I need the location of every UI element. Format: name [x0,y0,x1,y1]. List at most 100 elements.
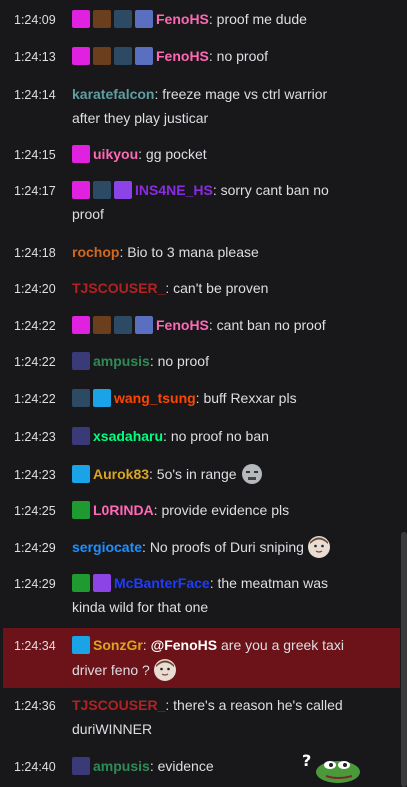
crown-icon[interactable] [72,465,90,483]
message-text: : sorry cant ban no [212,182,329,198]
gem-icon[interactable] [72,316,90,334]
message-text: : the meatman was [209,575,328,591]
message-text: : freeze mage vs ctrl warrior [154,86,328,102]
chat-message: 1:24:18 rochop: Bio to 3 mana please [0,241,398,265]
blizzard-icon[interactable] [93,181,111,199]
message-text: : there's a reason he's called [165,697,343,713]
username[interactable]: wang_tsung [114,390,196,406]
timestamp: 1:24:23 [14,468,56,482]
pepe-question-emote[interactable]: ? [302,752,362,784]
message-text-cont: kinda wild for that one [72,599,209,615]
message-text: : 5o's in range [149,466,237,482]
chat-message: 1:24:14 karatefalcon: freeze mage vs ctrl… [0,83,398,130]
message-text: : provide evidence pls [153,502,290,518]
blizzard-icon[interactable] [114,47,132,65]
message-text: : no proof no ban [163,428,269,444]
timestamp: 1:24:14 [14,88,56,102]
message-text-cont: duriWINNER [72,721,153,737]
verified-icon[interactable] [93,574,111,592]
calendar-icon[interactable] [72,427,90,445]
username[interactable]: rochop [72,244,119,260]
resident-sleeper-emote[interactable] [240,462,264,486]
username[interactable]: FenoHS [156,48,209,64]
blizzard-icon[interactable] [72,389,90,407]
username[interactable]: sergiocate [72,539,142,555]
username[interactable]: McBanterFace [114,575,210,591]
username[interactable]: SonzGr [93,637,143,653]
flower-icon[interactable] [135,47,153,65]
message-text-cont: driver feno ? [72,662,150,678]
username[interactable]: ampusis [93,758,150,774]
username[interactable]: INS4NE_HS [135,182,213,198]
username[interactable]: uikyou [93,146,138,162]
username[interactable]: xsadaharu [93,428,163,444]
svg-text:?: ? [302,752,311,770]
username[interactable]: TJSCOUSER_ [72,280,165,296]
mention[interactable]: @FenoHS [151,637,218,653]
timestamp: 1:24:22 [14,355,56,369]
message-text-cont: after they play justicar [72,110,209,126]
crown-icon[interactable] [72,636,90,654]
gem-icon[interactable] [72,47,90,65]
face-emote[interactable] [307,535,331,559]
chat-message: 1:24:36 TJSCOUSER_: there's a reason he's… [0,694,398,741]
timestamp: 1:24:22 [14,392,56,406]
timestamp: 1:24:15 [14,148,56,162]
gem-icon[interactable] [72,181,90,199]
chat-message: 1:24:22 ampusis: no proof [0,350,398,374]
timestamp: 1:24:36 [14,699,56,713]
chat-message: 1:24:25 L0RINDA: provide evidence pls [0,499,398,523]
message-text: : proof me dude [208,11,307,27]
message-text-after: are you a greek taxi [217,637,344,653]
timestamp: 1:24:25 [14,504,56,518]
gem-icon[interactable] [72,145,90,163]
message-text-cont: proof [72,206,104,222]
message-text: : cant ban no proof [208,317,326,333]
chat-message: 1:24:15 uikyou: gg pocket [0,143,398,167]
gem-icon[interactable] [72,10,90,28]
flower-icon[interactable] [135,10,153,28]
hat-icon[interactable] [93,316,111,334]
chat-message: 1:24:09 FenoHS: proof me dude [0,8,398,32]
sword-icon[interactable] [72,501,90,519]
chat-message: 1:24:22 wang_tsung: buff Rexxar pls [0,387,398,411]
scrollbar[interactable] [401,532,407,787]
message-text: : evidence [149,758,214,774]
flower-icon[interactable] [135,316,153,334]
chat-message: 1:24:23 Aurok83: 5o's in range [0,462,398,487]
timestamp: 1:24:20 [14,282,56,296]
chat-message: 1:24:20 TJSCOUSER_: can't be proven [0,277,398,301]
username[interactable]: ampusis [93,353,150,369]
hat-icon[interactable] [93,47,111,65]
crown-icon[interactable] [93,389,111,407]
calendar-icon[interactable] [72,352,90,370]
blizzard-icon[interactable] [114,10,132,28]
message-text: : buff Rexxar pls [195,390,297,406]
timestamp: 1:24:22 [14,319,56,333]
timestamp: 1:24:29 [14,541,56,555]
timestamp: 1:24:09 [14,13,56,27]
sword-icon[interactable] [72,574,90,592]
calendar-icon[interactable] [72,757,90,775]
timestamp: 1:24:29 [14,577,56,591]
username[interactable]: FenoHS [156,317,209,333]
chat-message: 1:24:29 McBanterFace: the meatman was kin… [0,572,398,619]
timestamp: 1:24:17 [14,184,56,198]
face-emote[interactable] [153,658,177,682]
username[interactable]: L0RINDA [93,502,154,518]
message-text: : no proof [149,353,209,369]
chat-log: 1:24:09 FenoHS: proof me dude 1:24:13 Feno… [0,0,407,787]
username[interactable]: FenoHS [156,11,209,27]
hat-icon[interactable] [93,10,111,28]
blizzard-icon[interactable] [114,316,132,334]
message-text: : no proof [208,48,269,64]
username[interactable]: Aurok83 [93,466,149,482]
username[interactable]: TJSCOUSER_ [72,697,165,713]
chat-message: 1:24:23 xsadaharu: no proof no ban [0,425,398,449]
message-text: : can't be proven [165,280,269,296]
chat-message: 1:24:29 sergiocate: No proofs of Duri sni… [0,535,398,560]
timestamp: 1:24:13 [14,50,56,64]
message-text: : No proofs of Duri sniping [142,539,304,555]
verified-icon[interactable] [114,181,132,199]
username[interactable]: karatefalcon [72,86,154,102]
